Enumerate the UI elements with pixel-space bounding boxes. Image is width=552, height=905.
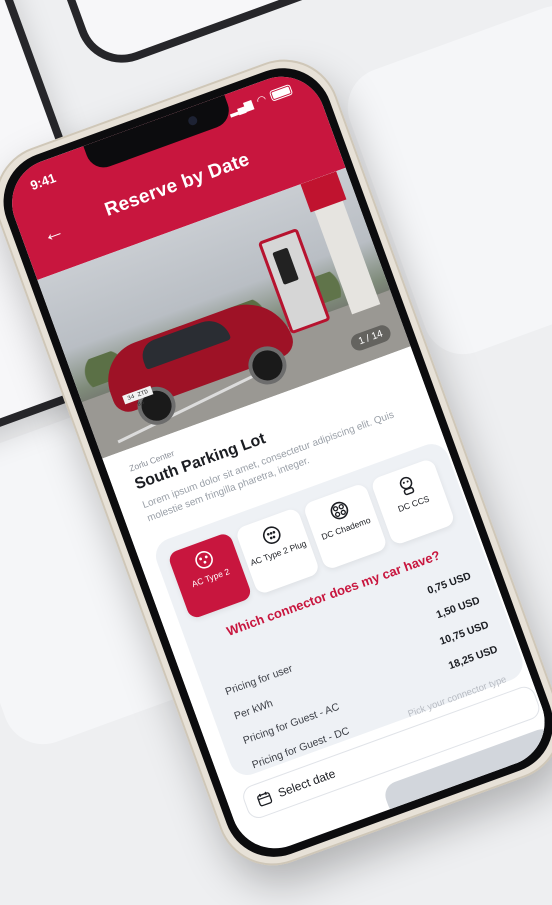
dc-ccs-icon (399, 476, 415, 496)
battery-icon (268, 83, 294, 102)
calendar-icon (257, 791, 273, 807)
signal-icon: ▂▄▆ (227, 98, 255, 118)
ac-type2-plug-icon (262, 526, 281, 544)
select-date-label: Select date (276, 766, 338, 801)
status-time: 9:41 (28, 170, 58, 194)
ac-type2-icon (195, 550, 213, 569)
camera-icon (186, 114, 199, 127)
connector-label: AC Type 2 (190, 566, 231, 590)
photo-charger-screen (272, 247, 299, 285)
dc-chademo-icon (330, 501, 349, 520)
status-icons: ▂▄▆ ◠ (227, 83, 294, 118)
wifi-icon: ◠ (255, 93, 269, 108)
